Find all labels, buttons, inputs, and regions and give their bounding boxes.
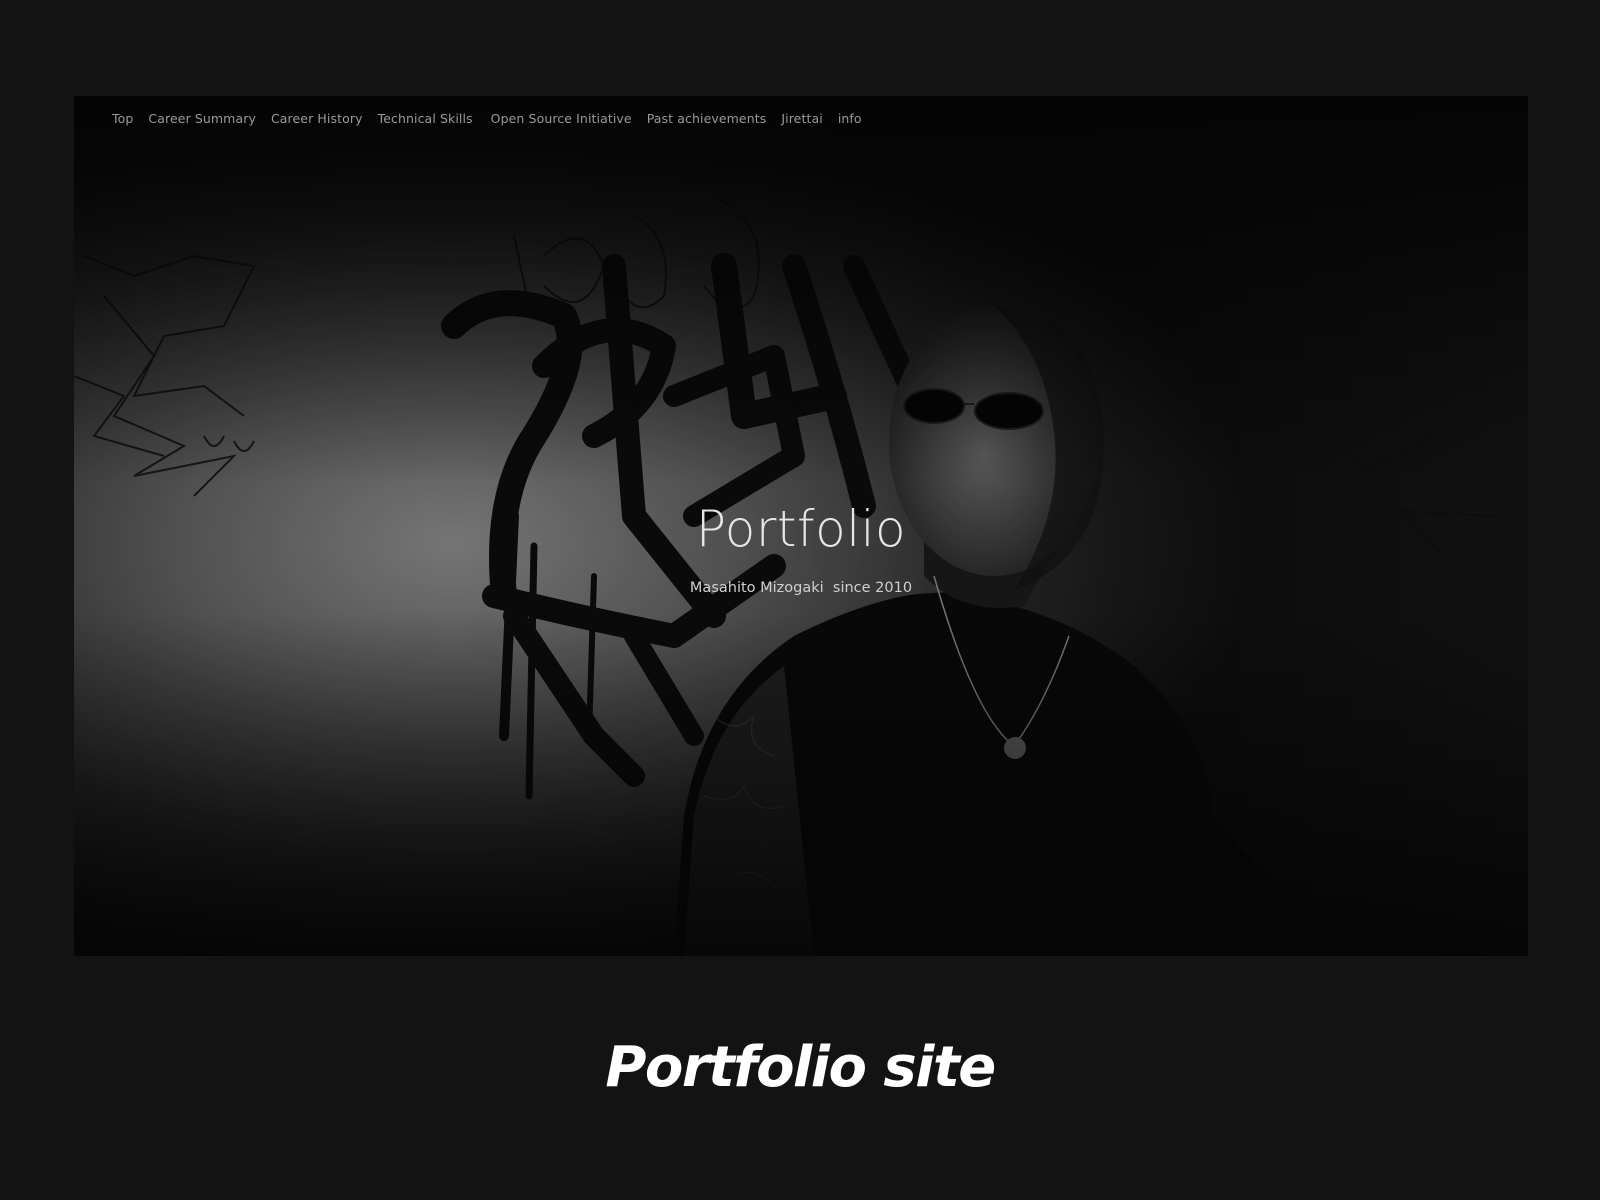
hero-title: Portfolio: [695, 500, 907, 558]
top-navigation: Top Career Summary Career History Techni…: [112, 111, 862, 126]
nav-item-career-history[interactable]: Career History: [271, 111, 363, 126]
hero-subtitle: Masahito Mizogaki since 2010: [689, 580, 913, 596]
website-preview-frame: Top Career Summary Career History Techni…: [74, 96, 1528, 956]
page-caption: Portfolio site: [605, 1035, 996, 1100]
page: Top Career Summary Career History Techni…: [0, 0, 1600, 1200]
nav-item-past-achievements[interactable]: Past achievements: [647, 111, 767, 126]
nav-item-jirettai[interactable]: Jirettai: [781, 111, 822, 126]
nav-item-career-summary[interactable]: Career Summary: [148, 111, 256, 126]
nav-item-technical-skills[interactable]: Technical Skills: [378, 111, 473, 126]
nav-item-top[interactable]: Top: [112, 111, 133, 126]
nav-item-open-source-initiative[interactable]: Open Source Initiative: [491, 111, 632, 126]
nav-item-info[interactable]: info: [838, 111, 862, 126]
